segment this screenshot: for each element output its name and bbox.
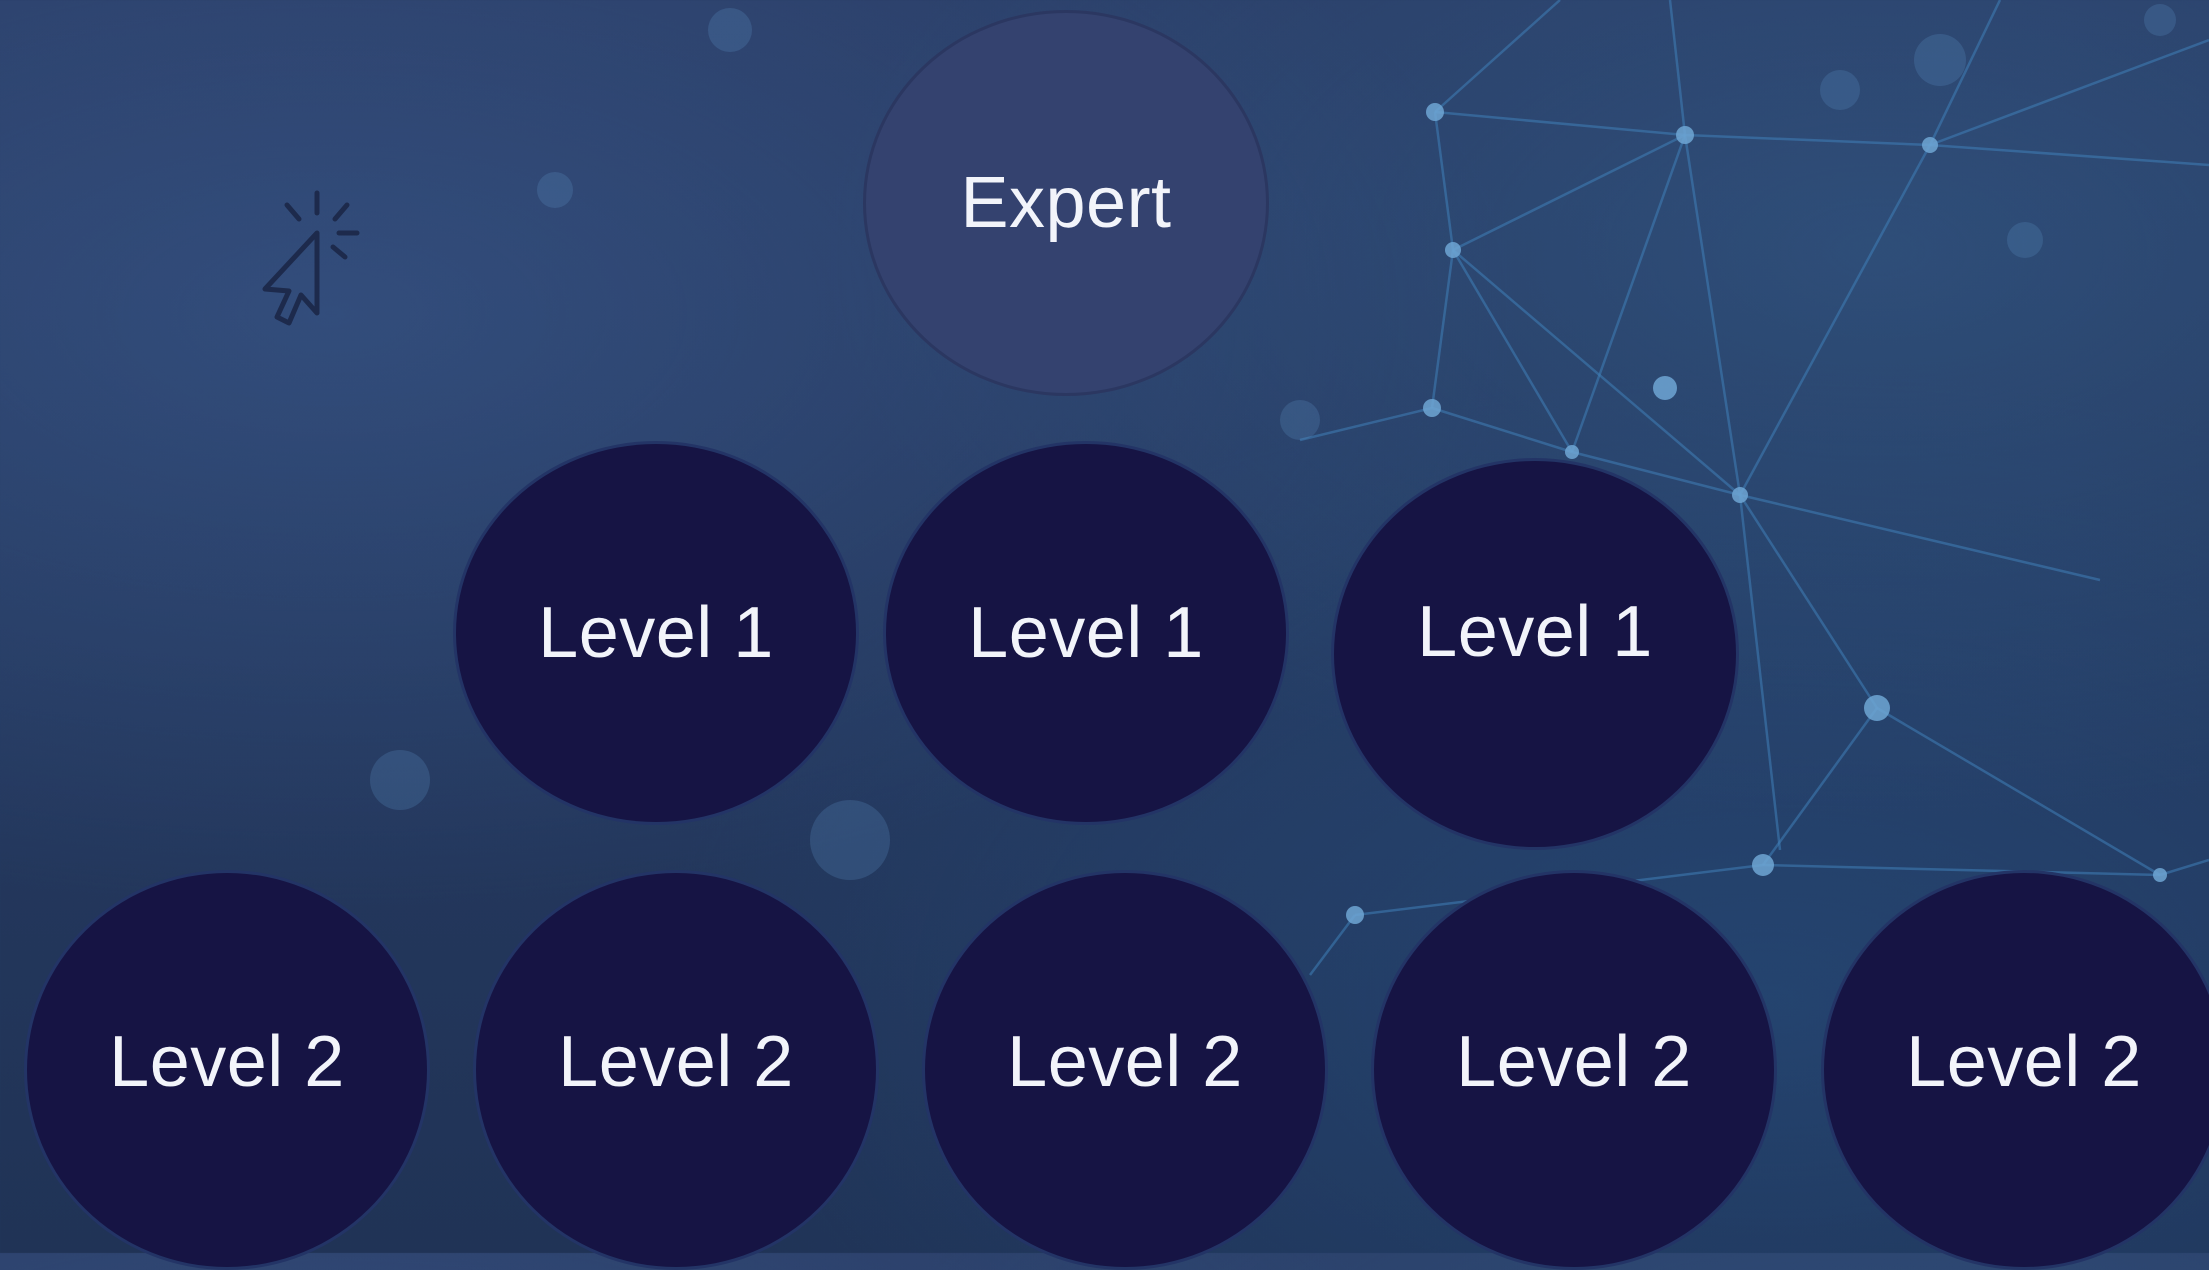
level-2-node[interactable]: Level 2 [1371, 870, 1777, 1270]
level-1-node-label: Level 1 [1417, 592, 1653, 672]
level-2-node-label: Level 2 [109, 1022, 345, 1102]
click-cursor-icon [262, 190, 360, 326]
level-1-node[interactable]: Level 1 [883, 441, 1289, 825]
level-2-node-label: Level 2 [1007, 1022, 1243, 1102]
level-1-node[interactable]: Level 1 [1331, 458, 1739, 850]
level-1-node[interactable]: Level 1 [453, 441, 859, 825]
level-2-node[interactable]: Level 2 [922, 870, 1328, 1270]
expert-node[interactable]: Expert [863, 10, 1269, 396]
level-2-node-label: Level 2 [1456, 1022, 1692, 1102]
expert-node-label: Expert [960, 163, 1172, 243]
level-2-node[interactable]: Level 2 [473, 870, 879, 1270]
level-2-node[interactable]: Level 2 [24, 870, 430, 1270]
level-1-node-label: Level 1 [538, 593, 774, 673]
level-2-node-label: Level 2 [1906, 1022, 2142, 1102]
level-2-node[interactable]: Level 2 [1821, 870, 2209, 1270]
level-1-node-label: Level 1 [968, 593, 1204, 673]
level-2-node-label: Level 2 [558, 1022, 794, 1102]
